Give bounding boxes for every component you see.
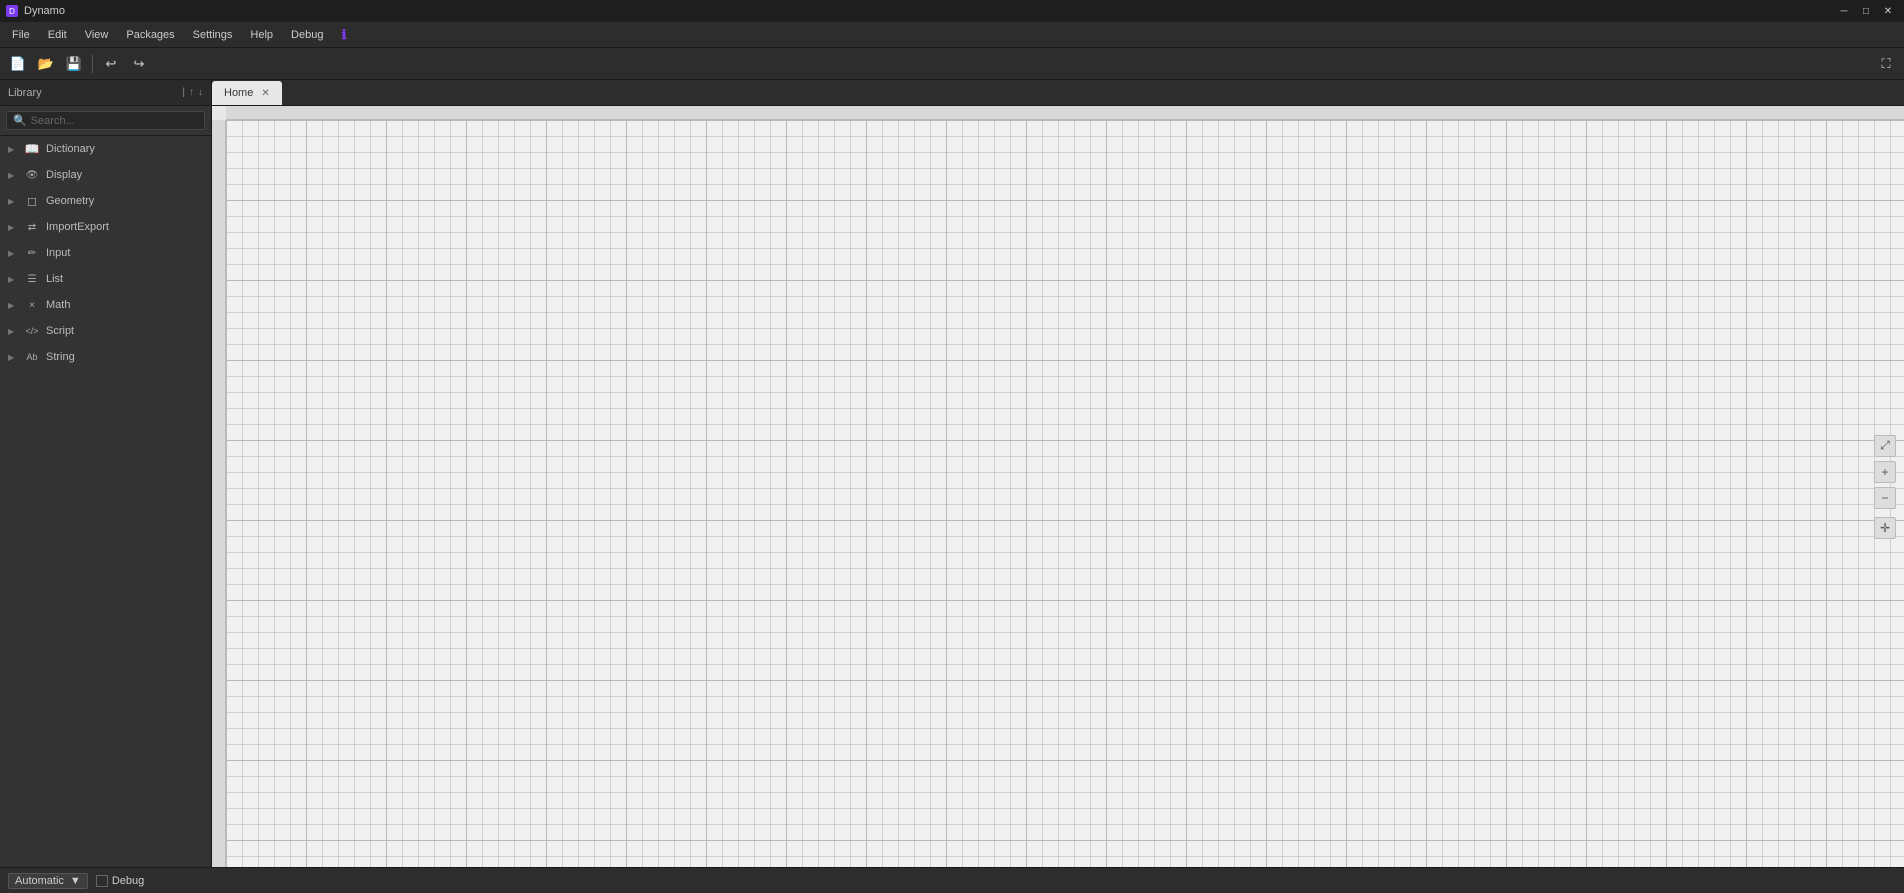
new-button[interactable]: 📄 <box>6 52 30 76</box>
library-items: ▶ 📖 Dictionary ▶ 👁 Display ▶ ◻ Geometry … <box>0 136 211 867</box>
zoom-in-button[interactable]: + <box>1874 461 1896 483</box>
sidebar-header-icons: | ↑ ↓ <box>182 87 203 98</box>
tab-home-label: Home <box>224 87 253 99</box>
expand-arrow-geometry: ▶ <box>8 197 18 206</box>
canvas-container: ⤢ + − ✛ <box>212 106 1904 867</box>
search-box[interactable]: 🔍 <box>6 111 205 130</box>
display-icon: 👁 <box>24 167 40 183</box>
sidebar-search: 🔍 <box>0 106 211 136</box>
app-title: Dynamo <box>24 5 65 17</box>
sidebar-item-importexport[interactable]: ▶ ⇄ ImportExport <box>0 214 211 240</box>
title-bar-left: D Dynamo <box>6 5 65 17</box>
menu-edit[interactable]: Edit <box>40 26 75 44</box>
geometry-label: Geometry <box>46 195 94 207</box>
window-controls: ─ □ ✕ <box>1834 3 1898 19</box>
debug-label: Debug <box>112 875 144 887</box>
toolbar-separator <box>92 55 93 73</box>
toolbar: 📄 📂 💾 ↩ ↪ ⛶ <box>0 48 1904 80</box>
input-icon: ✏ <box>24 245 40 261</box>
math-label: Math <box>46 299 70 311</box>
expand-arrow-display: ▶ <box>8 171 18 180</box>
geometry-icon: ◻ <box>24 193 40 209</box>
navigate-button[interactable]: ✛ <box>1874 517 1896 539</box>
list-icon: ☰ <box>24 271 40 287</box>
library-title: Library <box>8 87 42 99</box>
debug-section: Debug <box>96 875 144 887</box>
tab-home-close[interactable]: ✕ <box>261 88 269 99</box>
expand-arrow-input: ▶ <box>8 249 18 258</box>
sidebar-item-input[interactable]: ▶ ✏ Input <box>0 240 211 266</box>
undo-button[interactable]: ↩ <box>99 52 123 76</box>
sidebar-item-math[interactable]: ▶ × Math <box>0 292 211 318</box>
list-label: List <box>46 273 63 285</box>
close-button[interactable]: ✕ <box>1878 3 1898 19</box>
toolbar-right: ⛶ <box>1874 52 1898 76</box>
canvas[interactable] <box>226 120 1904 867</box>
menu-bar: File Edit View Packages Settings Help De… <box>0 22 1904 48</box>
sidebar-filter-icon[interactable]: | <box>182 87 185 98</box>
ruler-vertical <box>212 120 226 867</box>
mode-label: Automatic <box>15 875 64 887</box>
dictionary-icon: 📖 <box>24 141 40 157</box>
redo-button[interactable]: ↪ <box>127 52 151 76</box>
tab-home[interactable]: Home ✕ <box>212 81 282 105</box>
menu-debug[interactable]: Debug <box>283 26 331 44</box>
menu-view[interactable]: View <box>77 26 117 44</box>
menu-help[interactable]: Help <box>242 26 281 44</box>
script-icon: </> <box>24 323 40 339</box>
expand-arrow-dictionary: ▶ <box>8 145 18 154</box>
tab-bar: Home ✕ <box>212 80 1904 106</box>
mode-dropdown[interactable]: Automatic ▼ <box>8 873 88 889</box>
string-icon: Ab <box>24 349 40 365</box>
sidebar-item-geometry[interactable]: ▶ ◻ Geometry <box>0 188 211 214</box>
title-bar: D Dynamo ─ □ ✕ <box>0 0 1904 22</box>
debug-checkbox[interactable] <box>96 875 108 887</box>
sidebar-item-string[interactable]: ▶ Ab String <box>0 344 211 370</box>
menu-settings[interactable]: Settings <box>185 26 241 44</box>
open-button[interactable]: 📂 <box>34 52 58 76</box>
app-icon: D <box>6 5 18 17</box>
save-button[interactable]: 💾 <box>62 52 86 76</box>
sidebar-item-list[interactable]: ▶ ☰ List <box>0 266 211 292</box>
menu-packages[interactable]: Packages <box>118 26 182 44</box>
sidebar-item-display[interactable]: ▶ 👁 Display <box>0 162 211 188</box>
sidebar: Library | ↑ ↓ 🔍 ▶ 📖 Dictionary ▶ 👁 <box>0 80 212 867</box>
fit-to-screen-button[interactable]: ⤢ <box>1874 435 1896 457</box>
expand-arrow-string: ▶ <box>8 353 18 362</box>
dictionary-label: Dictionary <box>46 143 95 155</box>
sidebar-down-icon[interactable]: ↓ <box>198 87 203 98</box>
expand-arrow-math: ▶ <box>8 301 18 310</box>
sidebar-up-icon[interactable]: ↑ <box>189 87 194 98</box>
string-label: String <box>46 351 75 363</box>
sidebar-item-dictionary[interactable]: ▶ 📖 Dictionary <box>0 136 211 162</box>
expand-arrow-importexport: ▶ <box>8 223 18 232</box>
display-label: Display <box>46 169 82 181</box>
search-icon: 🔍 <box>13 114 27 127</box>
sidebar-item-script[interactable]: ▶ </> Script <box>0 318 211 344</box>
info-icon[interactable]: ℹ <box>333 24 354 46</box>
status-bar: Automatic ▼ Debug <box>0 867 1904 893</box>
math-icon: × <box>24 297 40 313</box>
canvas-area: Home ✕ ⤢ + − ✛ <box>212 80 1904 867</box>
input-label: Input <box>46 247 70 259</box>
expand-arrow-script: ▶ <box>8 327 18 336</box>
script-label: Script <box>46 325 74 337</box>
main-area: Library | ↑ ↓ 🔍 ▶ 📖 Dictionary ▶ 👁 <box>0 80 1904 867</box>
expand-arrow-list: ▶ <box>8 275 18 284</box>
importexport-icon: ⇄ <box>24 219 40 235</box>
minimize-button[interactable]: ─ <box>1834 3 1854 19</box>
fullscreen-button[interactable]: ⛶ <box>1874 52 1898 76</box>
menu-file[interactable]: File <box>4 26 38 44</box>
importexport-label: ImportExport <box>46 221 109 233</box>
sidebar-header: Library | ↑ ↓ <box>0 80 211 106</box>
right-toolbar: ⤢ + − ✛ <box>1874 435 1896 539</box>
ruler-horizontal <box>226 106 1904 120</box>
zoom-out-button[interactable]: − <box>1874 487 1896 509</box>
search-input[interactable] <box>31 115 198 127</box>
dropdown-arrow-icon: ▼ <box>70 875 81 887</box>
maximize-button[interactable]: □ <box>1856 3 1876 19</box>
